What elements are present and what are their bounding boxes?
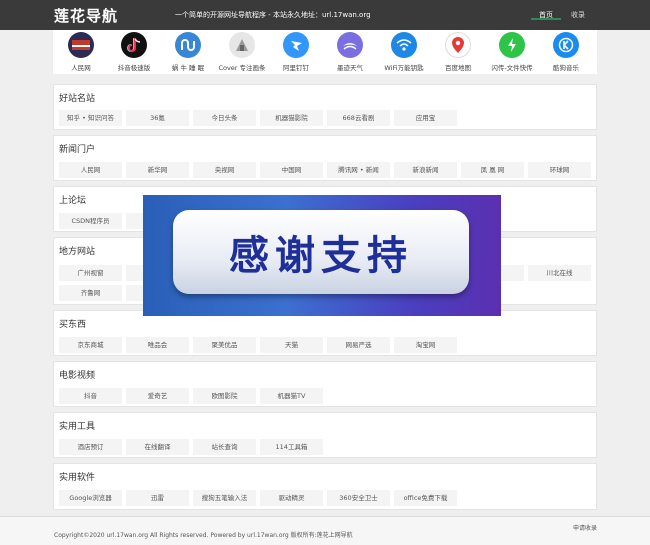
link-tmall[interactable]: 天猫 (260, 337, 323, 353)
top-header: 莲花导航 一个简单的开源网址导航程序 - 本站永久地址：url.17wan.or… (0, 0, 650, 30)
app-people-daily[interactable]: 人民网 (56, 32, 106, 72)
flash-transfer-icon (499, 32, 525, 58)
link-360[interactable]: 360安全卫士 (327, 490, 390, 506)
link-xinhua[interactable]: 新华网 (126, 162, 189, 178)
section-shopping: 买东西 京东商城 唯品会 聚美优品 天猫 网易严选 淘宝网 (53, 310, 597, 356)
app-label: 闪传-文件快传 (491, 64, 533, 72)
link-sogou-wubi[interactable]: 搜狗五笔输入法 (193, 490, 256, 506)
app-cover[interactable]: Cover 专注画条 (217, 32, 267, 72)
link-chuanbei[interactable]: 川北在线 (528, 265, 591, 281)
thanks-banner-card: 感谢支持 (173, 210, 469, 294)
link-qq-news[interactable]: 腾讯网 • 新闻 (327, 162, 390, 178)
copyright-text: Copyright©2020 url.17wan.org All Rights … (54, 532, 353, 539)
thanks-banner-text: 感谢支持 (229, 233, 413, 279)
app-dingtalk[interactable]: 阿里钉钉 (271, 32, 321, 72)
page-footer: Copyright©2020 url.17wan.org All Rights … (0, 516, 650, 545)
section-title: 上论坛 (59, 196, 87, 206)
link-driver-genius[interactable]: 驱动精灵 (260, 490, 323, 506)
link-yanxuan[interactable]: 网易严选 (327, 337, 390, 353)
app-wifi-key[interactable]: WiFi万能钥匙 (379, 32, 429, 72)
link-iqiyi[interactable]: 爱奇艺 (126, 388, 189, 404)
people-daily-icon (68, 32, 94, 58)
section-title: 新闻门户 (59, 145, 96, 155)
kugou-icon (553, 32, 579, 58)
link-ifeng[interactable]: 凤 凰 网 (461, 162, 524, 178)
link-668yun[interactable]: 668云看剧 (327, 110, 390, 126)
link-douyin[interactable]: 抖音 (59, 388, 122, 404)
section-famous-sites: 好站名站 知乎 • 知识问答 36氪 今日头条 机器猫影院 668云看剧 应用宝 (53, 84, 597, 130)
link-china[interactable]: 中国网 (260, 162, 323, 178)
app-label: 人民网 (71, 64, 91, 72)
baidu-map-icon (445, 32, 471, 58)
wifi-key-icon (391, 32, 417, 58)
app-flash-transfer[interactable]: 闪传-文件快传 (487, 32, 537, 72)
link-zhihu[interactable]: 知乎 • 知识问答 (59, 110, 122, 126)
link-yingyongbao[interactable]: 应用宝 (394, 110, 457, 126)
section-software: 实用软件 Google浏览器 迅雷 搜狗五笔输入法 驱动精灵 360安全卫士 o… (53, 463, 597, 510)
link-outu-cinema[interactable]: 欧图影院 (193, 388, 256, 404)
link-114tools[interactable]: 114工具箱 (260, 439, 323, 455)
app-label: 墨迹天气 (337, 64, 363, 72)
cover-icon (229, 32, 255, 58)
nav-submit[interactable]: 收录 (566, 10, 590, 20)
link-robotcat-cinema[interactable]: 机器猫影院 (260, 110, 323, 126)
link-cctv[interactable]: 央视网 (193, 162, 256, 178)
section-title: 地方网站 (59, 247, 96, 257)
nav-home[interactable]: 首页 (531, 0, 561, 20)
app-tiktok[interactable]: 抖音极速版 (109, 32, 159, 72)
link-robotcat-tv[interactable]: 机器猫TV (260, 388, 323, 404)
section-title: 买东西 (59, 320, 87, 330)
link-chrome[interactable]: Google浏览器 (59, 490, 122, 506)
app-baidu-map[interactable]: 百度地图 (433, 32, 483, 72)
link-taobao[interactable]: 淘宝网 (394, 337, 457, 353)
app-kugou[interactable]: 酷狗音乐 (541, 32, 591, 72)
app-label: 百度地图 (445, 64, 471, 72)
link-translate[interactable]: 在线翻译 (126, 439, 189, 455)
link-vip[interactable]: 唯品会 (126, 337, 189, 353)
link-qilu[interactable]: 齐鲁网 (59, 285, 122, 301)
moji-weather-icon (337, 32, 363, 58)
app-label: 酷狗音乐 (553, 64, 579, 72)
link-huanqiu[interactable]: 环球网 (528, 162, 591, 178)
link-36kr[interactable]: 36氪 (126, 110, 189, 126)
section-title: 实用软件 (59, 473, 96, 483)
app-strip: 人民网 抖音极速版 蜗 牛 睡 眠 Cover 专注画条 阿里钉钉 墨迹天气 W… (53, 30, 597, 74)
snail-sleep-icon (175, 32, 201, 58)
app-label: 抖音极速版 (117, 64, 151, 72)
link-people[interactable]: 人民网 (59, 162, 122, 178)
link-hotel[interactable]: 酒店预订 (59, 439, 122, 455)
link-guangzhou[interactable]: 广州视窗 (59, 265, 122, 281)
section-title: 实用工具 (59, 422, 96, 432)
app-moji-weather[interactable]: 墨迹天气 (325, 32, 375, 72)
link-webmaster[interactable]: 站长查询 (193, 439, 256, 455)
app-snail-sleep[interactable]: 蜗 牛 睡 眠 (163, 32, 213, 72)
section-news-portals: 新闻门户 人民网 新华网 央视网 中国网 腾讯网 • 新闻 新浪新闻 凤 凰 网… (53, 135, 597, 181)
submit-site-link[interactable]: 申请收录 (573, 523, 597, 532)
link-sina-news[interactable]: 新浪新闻 (394, 162, 457, 178)
section-title: 电影视频 (59, 371, 96, 381)
thanks-banner: 感谢支持 (143, 195, 501, 316)
app-label: 蜗 牛 睡 眠 (171, 64, 205, 72)
link-toutiao[interactable]: 今日头条 (193, 110, 256, 126)
link-csdn[interactable]: CSDN程序员 (59, 213, 122, 229)
link-xunlei[interactable]: 迅雷 (126, 490, 189, 506)
site-tagline: 一个简单的开源网址导航程序 - 本站永久地址：url.17wan.org (175, 11, 371, 19)
dingtalk-icon (283, 32, 309, 58)
app-label: Cover 专注画条 (218, 64, 266, 72)
link-office[interactable]: office免费下载 (394, 490, 457, 506)
link-jumei[interactable]: 聚美优品 (193, 337, 256, 353)
site-logo[interactable]: 莲花导航 (54, 5, 118, 26)
section-video: 电影视频 抖音 爱奇艺 欧图影院 机器猫TV (53, 361, 597, 407)
app-label: 阿里钉钉 (283, 64, 309, 72)
tiktok-icon (121, 32, 147, 58)
section-tools: 实用工具 酒店预订 在线翻译 站长查询 114工具箱 (53, 412, 597, 458)
app-label: WiFi万能钥匙 (384, 64, 424, 72)
link-jd[interactable]: 京东商城 (59, 337, 122, 353)
section-title: 好站名站 (59, 94, 96, 104)
